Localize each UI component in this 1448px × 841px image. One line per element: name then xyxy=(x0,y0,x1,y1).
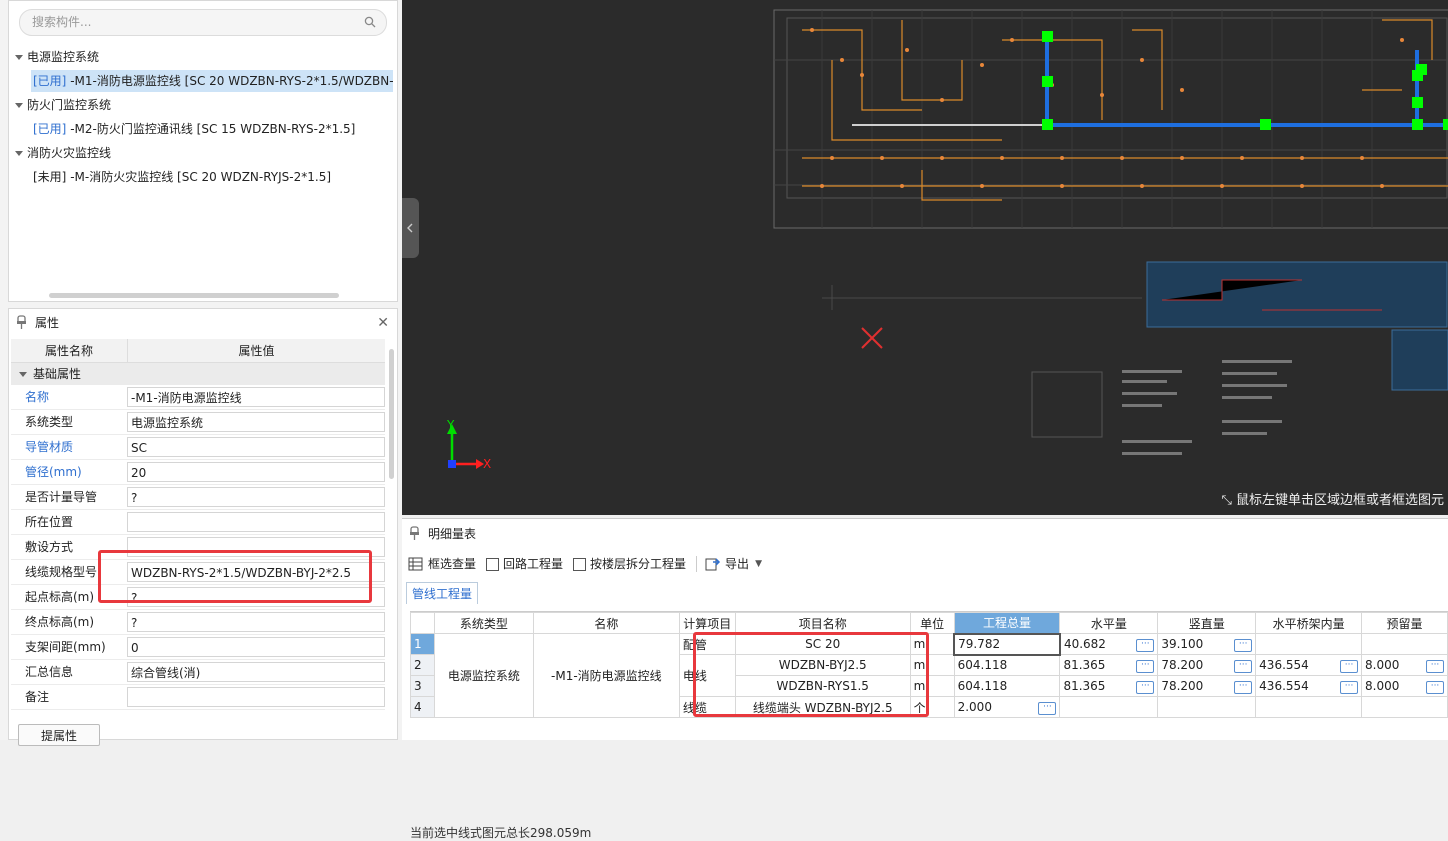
properties-header: 属性 ✕ xyxy=(9,309,397,337)
search-input[interactable]: 搜索构件... xyxy=(19,9,387,36)
tab-pipeline-qty[interactable]: 管线工程量 xyxy=(406,582,478,604)
property-row[interactable]: 汇总信息 综合管线(消) xyxy=(11,660,385,685)
toolbar-divider xyxy=(696,556,698,572)
more-icon[interactable]: ··· xyxy=(1340,659,1359,673)
close-icon[interactable]: ✕ xyxy=(377,309,389,337)
vertical-scrollbar[interactable] xyxy=(389,349,394,479)
export-button[interactable]: 导出 ▼ xyxy=(705,553,762,575)
table-row[interactable]: 1 电源监控系统 -M1-消防电源监控线 配管 SC 20 m 79.782 4… xyxy=(410,632,1448,718)
chevron-down-icon[interactable]: ▼ xyxy=(755,553,762,575)
search-icon[interactable] xyxy=(364,16,376,28)
tree-group-power-monitor[interactable]: 电源监控系统 xyxy=(13,46,99,68)
export-icon xyxy=(705,558,721,571)
loop-qty-checkbox[interactable]: 回路工程量 xyxy=(486,553,563,575)
tree-group-fire-alarm[interactable]: 消防火灾监控线 xyxy=(13,142,111,164)
cad-viewport[interactable]: Y X ⤡ 鼠标左键单击区域边框或者框选图元 xyxy=(402,0,1448,515)
property-value-field[interactable]: ? xyxy=(127,612,385,632)
properties-table: 属性名称 属性值 基础属性 名称 -M1-消防电源监控线系统类型 电源监控系统导管材… xyxy=(11,339,385,710)
expand-icon[interactable] xyxy=(15,102,23,108)
select-cursor-icon: ⤡ xyxy=(1221,493,1236,508)
system-type-cell: 电源监控系统 xyxy=(433,633,534,718)
more-icon[interactable]: ··· xyxy=(1136,680,1155,694)
properties-panel: 属性 ✕ 属性名称 属性值 基础属性 名称 -M1-消防电源监控线系统类型 电源监控… xyxy=(8,308,398,740)
axis-x-label: X xyxy=(483,457,492,471)
more-icon[interactable]: ··· xyxy=(1234,680,1253,694)
property-value-field[interactable]: 0 xyxy=(127,637,385,657)
property-name: 汇总信息 xyxy=(25,665,74,679)
grid-select-icon xyxy=(408,557,423,571)
search-placeholder: 搜索构件... xyxy=(32,15,92,29)
property-row[interactable]: 终点标高(m)? xyxy=(11,610,385,635)
property-name: 是否计量导管 xyxy=(25,490,98,504)
box-select-button[interactable]: 框选查量 xyxy=(408,553,476,575)
property-name: 系统类型 xyxy=(25,415,74,429)
left-panel: 搜索构件... 电源监控系统 [已用] -M1-消防电源监控线 [SC 20 W… xyxy=(0,0,402,746)
property-value-field[interactable]: 20 xyxy=(127,462,385,482)
property-value-field[interactable]: SC xyxy=(127,437,385,457)
property-value-field[interactable] xyxy=(127,512,385,532)
collapse-icon[interactable] xyxy=(19,372,27,377)
cad-status-bar: ⤡ 鼠标左键单击区域边框或者框选图元 xyxy=(402,487,1448,515)
checkbox[interactable] xyxy=(573,557,587,571)
quantity-grid: 系统类型 名称 计算项目 项目名称 单位 工程总量 水平量 竖直量 水平桥架内量… xyxy=(410,611,1448,840)
axis-y-label: Y xyxy=(447,418,455,432)
property-value-field[interactable]: 综合管线(消) xyxy=(127,662,385,682)
property-name: 名称 xyxy=(25,390,50,404)
highlight-box-item-names xyxy=(693,632,929,717)
tree-item-m1[interactable]: [已用] -M1-消防电源监控线 [SC 20 WDZBN-RYS-2*1.5/… xyxy=(31,70,393,92)
property-value-field[interactable]: -M1-消防电源监控线 xyxy=(127,387,385,407)
checkbox[interactable] xyxy=(486,557,500,571)
property-value-field[interactable]: 电源监控系统 xyxy=(127,412,385,432)
property-row[interactable]: 支架间距(mm) 0 xyxy=(11,635,385,660)
property-value-field[interactable] xyxy=(127,687,385,707)
expand-icon[interactable] xyxy=(15,54,23,60)
highlight-box-cable-spec xyxy=(98,550,372,603)
tree-item-m[interactable]: [未用] -M-消防火灾监控线 [SC 20 WDZN-RYJS-2*1.5] xyxy=(31,166,331,188)
more-icon[interactable]: ··· xyxy=(1234,659,1253,673)
property-row[interactable]: 备注 xyxy=(11,685,385,710)
property-row[interactable]: 名称 -M1-消防电源监控线 xyxy=(11,385,385,410)
more-icon[interactable]: ··· xyxy=(1136,659,1155,673)
split-by-floor-checkbox[interactable]: 按楼层拆分工程量 xyxy=(573,553,686,575)
properties-title: 属性 xyxy=(35,316,60,330)
property-row[interactable]: 导管材质 SC xyxy=(11,435,385,460)
cad-drawing[interactable] xyxy=(402,0,1448,487)
property-row[interactable]: 系统类型 电源监控系统 xyxy=(11,410,385,435)
component-tree: 搜索构件... 电源监控系统 [已用] -M1-消防电源监控线 [SC 20 W… xyxy=(8,0,398,302)
property-value-field[interactable]: ? xyxy=(127,487,385,507)
property-name: 所在位置 xyxy=(25,515,74,529)
more-icon[interactable]: ··· xyxy=(1426,659,1444,673)
detail-header: 明细量表 xyxy=(402,519,1448,549)
more-icon[interactable]: ··· xyxy=(1038,701,1057,715)
pin-icon[interactable] xyxy=(17,315,26,329)
extract-properties-button[interactable]: 提属性 xyxy=(18,724,100,746)
more-icon[interactable]: ··· xyxy=(1340,680,1359,694)
more-icon[interactable]: ··· xyxy=(1426,680,1444,694)
expand-icon[interactable] xyxy=(15,150,23,156)
properties-table-header: 属性名称 属性值 xyxy=(11,339,385,363)
name-cell: -M1-消防电源监控线 xyxy=(532,633,680,718)
property-name: 备注 xyxy=(25,690,50,704)
property-name: 管径(mm) xyxy=(25,465,82,479)
tree-group-fire-door[interactable]: 防火门监控系统 xyxy=(13,94,111,116)
property-name: 导管材质 xyxy=(25,440,74,454)
pin-icon[interactable] xyxy=(410,526,419,540)
detail-toolbar: 框选查量 回路工程量 按楼层拆分工程量 导出 ▼ xyxy=(408,553,772,575)
property-row[interactable]: 是否计量导管? xyxy=(11,485,385,510)
section-basic[interactable]: 基础属性 xyxy=(11,363,385,385)
horizontal-scrollbar[interactable] xyxy=(49,293,339,298)
property-name: 终点标高(m) xyxy=(25,615,95,629)
property-row[interactable]: 所在位置 xyxy=(11,510,385,535)
property-name: 支架间距(mm) xyxy=(25,640,106,654)
detail-title: 明细量表 xyxy=(428,527,477,541)
more-icon[interactable]: ··· xyxy=(1136,638,1155,652)
status-footer: 当前选中线式图元总长298.059m xyxy=(410,826,592,840)
more-icon[interactable]: ··· xyxy=(1234,638,1253,652)
property-row[interactable]: 管径(mm) 20 xyxy=(11,460,385,485)
table-header-row: 系统类型 名称 计算项目 项目名称 单位 工程总量 水平量 竖直量 水平桥架内量… xyxy=(410,612,1448,634)
tree-item-m2[interactable]: [已用] -M2-防火门监控通讯线 [SC 15 WDZBN-RYS-2*1.5… xyxy=(31,118,355,140)
